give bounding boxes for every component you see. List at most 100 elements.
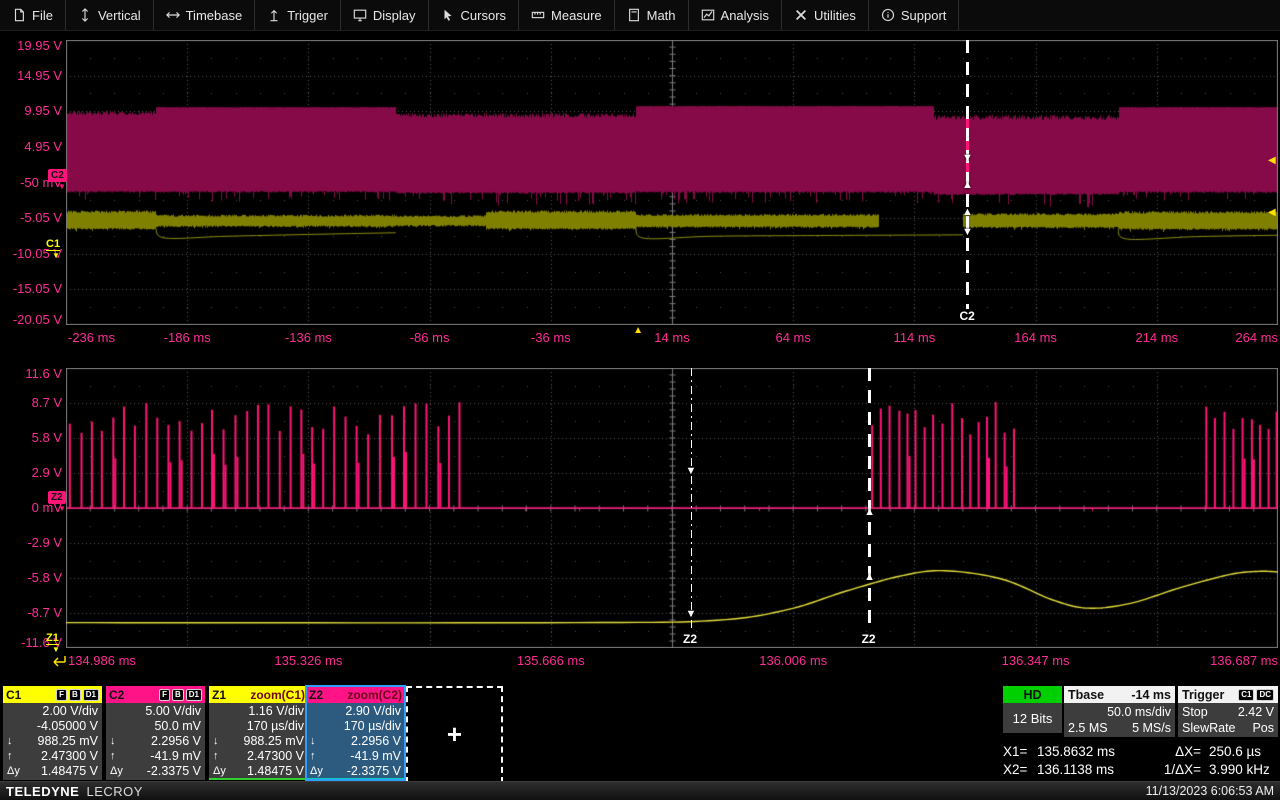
trigger-icon: [267, 8, 281, 22]
x-axis-label: 214 ms: [1135, 330, 1179, 345]
trace-indicator-z1[interactable]: Z1: [46, 632, 59, 646]
channel-descriptor-c1[interactable]: C1 F B D1 2.00 V/div -4.05000 V ↓ 988.25 …: [3, 686, 102, 780]
trace-label: Z2: [309, 687, 324, 702]
timebase-scale: 50.0 ms/div: [1107, 705, 1171, 719]
channel-descriptor-c2[interactable]: C2 F B D1 5.00 V/div 50.0 mV ↓ 2.2956 V ↑…: [106, 686, 205, 780]
trigger-box[interactable]: Trigger C1 DC Stop 2.42 V SlewRate Pos: [1178, 686, 1278, 737]
menu-item-timebase[interactable]: Timebase: [154, 0, 256, 30]
menu-item-trigger[interactable]: Trigger: [255, 0, 341, 30]
delta-y-icon: Δy: [213, 764, 226, 777]
descriptor-header: C1 F B D1: [3, 686, 102, 703]
plus-icon: +: [446, 719, 463, 749]
cursor-readout: X1= 135.8632 ms ΔX= 250.6 µs X2= 136.113…: [1003, 742, 1279, 778]
scale-row: 2.90 V/div: [345, 703, 401, 718]
channel-label: C1: [6, 687, 22, 702]
trigger-body: Stop 2.42 V SlewRate Pos: [1178, 703, 1278, 737]
x-axis-label: 164 ms: [1014, 330, 1057, 345]
y-axis-label: 14.95 V: [17, 67, 62, 83]
y-axis-label: -20.05 V: [12, 312, 62, 327]
timebase-memory: 2.5 MS: [1068, 721, 1108, 735]
brand-teledyne: TELEDYNE: [6, 783, 80, 799]
y-axis-label: -5.8 V: [27, 570, 62, 585]
cursor2-row: ↑ 2.47300 V: [7, 748, 98, 763]
y-axis-label: 9.95 V: [24, 103, 62, 119]
hd-header: HD: [1003, 686, 1062, 703]
cursors-icon: [441, 8, 455, 22]
cursor-line[interactable]: [868, 368, 872, 648]
cursor2-row: ↑ -41.9 mV: [310, 748, 401, 763]
menu-item-label: Math: [646, 7, 676, 23]
scale-row: 2.00 V/div: [42, 703, 98, 718]
bandwidth-badge: B: [171, 688, 184, 701]
math-icon: [627, 8, 641, 22]
dx-value: 250.6 µs: [1209, 743, 1262, 759]
cursor1-row: ↓ 2.2956 V: [310, 733, 401, 748]
timebase-delay: -14 ms: [1131, 687, 1171, 702]
x-axis-label: 134.986 ms: [68, 653, 136, 668]
menu-item-math[interactable]: Math: [615, 0, 689, 30]
down-cursor-icon: ↓: [7, 734, 13, 747]
d1-badge: D1: [82, 688, 99, 701]
up-cursor-icon: ↑: [213, 749, 219, 762]
timebase-title: Tbase: [1068, 687, 1105, 702]
menu-item-label: Timebase: [185, 7, 243, 23]
menu-item-file[interactable]: File: [0, 0, 66, 30]
x2-value: 136.1138 ms: [1037, 761, 1115, 777]
down-cursor-icon: ↓: [110, 734, 116, 747]
trigger-level: 2.42 V: [1237, 705, 1274, 719]
menu-item-display[interactable]: Display: [341, 0, 429, 30]
datetime-display: 11/13/2023 6:06:53 AM: [1145, 784, 1274, 798]
timebase-icon: [165, 8, 180, 22]
menu-item-analysis[interactable]: Analysis: [689, 0, 782, 30]
delta-y-icon: Δy: [110, 764, 123, 777]
main-grid-canvas[interactable]: [66, 40, 1278, 325]
zoom-descriptor-z1[interactable]: Z1 zoom(C1) 1.16 V/div 170 µs/div ↓ 988.2…: [209, 686, 308, 780]
menu-item-measure[interactable]: Measure: [519, 0, 615, 30]
cursor-line[interactable]: [965, 40, 969, 325]
x-axis-label: 14 ms: [654, 330, 690, 345]
add-trace-button[interactable]: +: [406, 686, 503, 783]
trigger-mode: Stop: [1182, 705, 1208, 719]
trigger-source-badge: C1: [1238, 688, 1255, 701]
trace-indicator-c2[interactable]: C2: [48, 168, 67, 182]
x-axis-label: -186 ms: [163, 330, 211, 345]
y-axis-label: 0 mV: [31, 500, 62, 515]
dx-label: ΔX=: [1175, 743, 1201, 759]
cursor-line[interactable]: [690, 368, 692, 648]
brand-lecroy: LECROY: [86, 783, 143, 799]
x-axis-label: 64 ms: [775, 330, 811, 345]
trace-indicator-c1[interactable]: C1: [46, 238, 61, 251]
zoom-descriptor-z2-selected[interactable]: Z2 zoom(C2) 2.90 V/div 170 µs/div ↓ 2.295…: [305, 685, 406, 781]
trace-indicator-z2[interactable]: Z2: [48, 490, 66, 504]
zoom-grid-canvas[interactable]: [66, 368, 1278, 648]
offscreen-trigger-icon: [52, 654, 70, 672]
status-bar: TELEDYNE LECROY 11/13/2023 6:06:53 AM: [0, 781, 1280, 800]
y-axis-label: -50 mV: [20, 174, 62, 190]
analysis-icon: [701, 8, 715, 22]
y-axis-label: 11.6 V: [25, 366, 62, 381]
invdx-label: 1/ΔX=: [1163, 761, 1201, 777]
delta-y-icon: Δy: [310, 764, 323, 777]
menu-item-support[interactable]: Support: [869, 0, 960, 30]
descriptor-header: Z2 zoom(C2): [306, 686, 405, 703]
trace-indicator-arrow-icon: ▼: [52, 250, 60, 260]
hd-mode-box[interactable]: HD 12 Bits: [1003, 686, 1062, 733]
menu-item-label: Cursors: [460, 7, 507, 23]
zoom-source-label: zoom(C2): [347, 687, 402, 702]
measure-icon: [531, 8, 545, 22]
x-axis-label: 264 ms: [1235, 330, 1278, 345]
menu-item-vertical[interactable]: Vertical: [66, 0, 154, 30]
timebase-box[interactable]: Tbase -14 ms 50.0 ms/div 2.5 MS 5 MS/s: [1064, 686, 1175, 737]
x-axis-label: 136.347 ms: [1001, 653, 1070, 668]
x-axis-label: 135.666 ms: [516, 653, 585, 668]
delta-row: Δy -2.3375 V: [310, 763, 401, 778]
x-axis-label: -136 ms: [284, 330, 332, 345]
descriptor-header: Z1 zoom(C1): [209, 686, 308, 703]
trace-label: Z1: [212, 687, 227, 702]
down-cursor-icon: ↓: [310, 734, 316, 747]
menu-item-cursors[interactable]: Cursors: [429, 0, 520, 30]
d1-badge: D1: [185, 688, 202, 701]
menu-item-utilities[interactable]: Utilities: [782, 0, 869, 30]
x1-label: X1=: [1003, 743, 1028, 759]
scale-row: 1.16 V/div: [248, 703, 304, 718]
